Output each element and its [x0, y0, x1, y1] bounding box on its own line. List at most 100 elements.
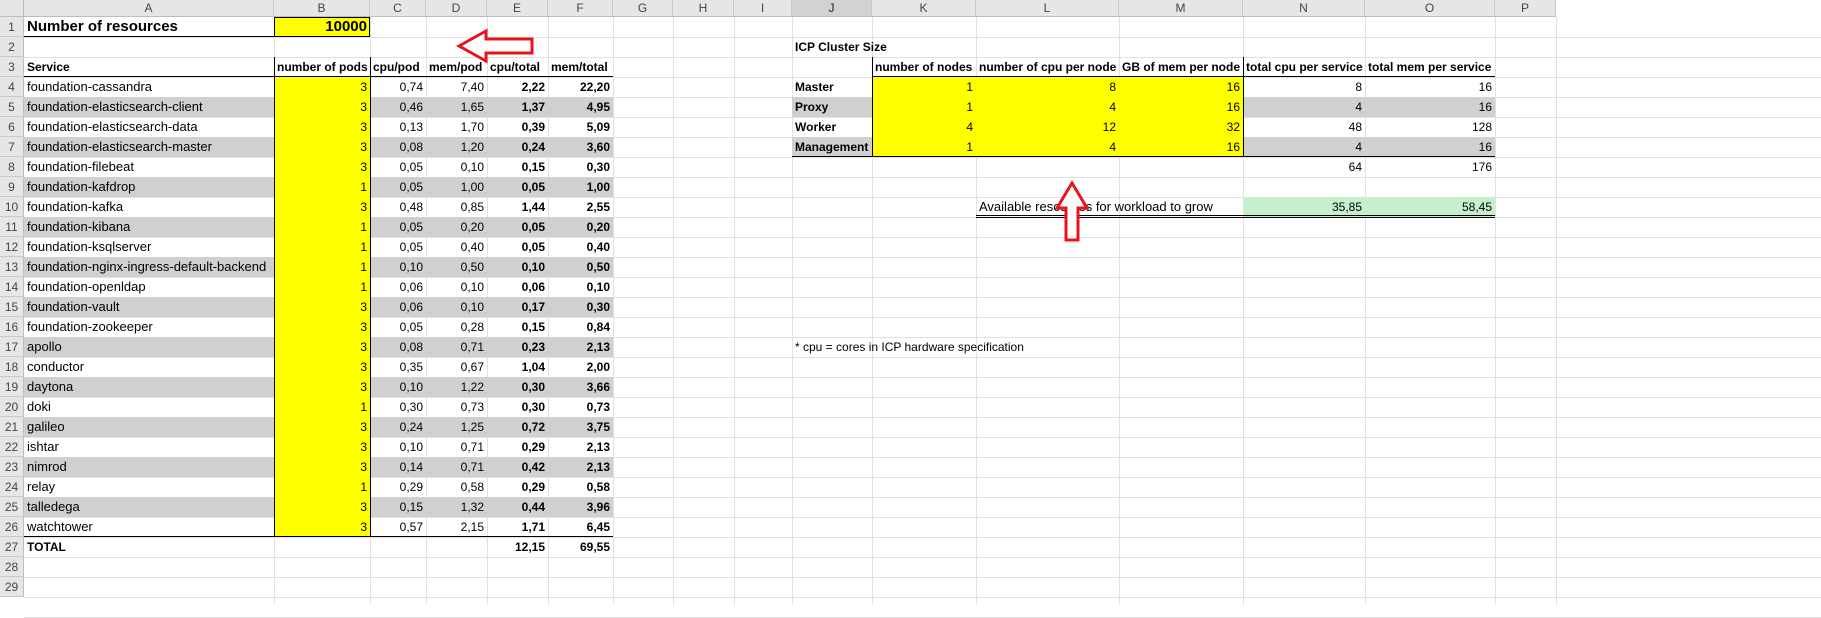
service-value[interactable]: 0,39: [487, 117, 548, 137]
service-value[interactable]: 0,13: [370, 117, 426, 137]
service-value[interactable]: 1,37: [487, 97, 548, 117]
service-name[interactable]: foundation-elasticsearch-client: [24, 97, 274, 117]
table-header-1[interactable]: number of pods: [274, 57, 370, 77]
cluster-title[interactable]: ICP Cluster Size: [792, 37, 976, 57]
service-value[interactable]: 1,71: [487, 517, 548, 537]
service-value[interactable]: 2,00: [548, 357, 613, 377]
service-name[interactable]: foundation-elasticsearch-master: [24, 137, 274, 157]
service-value[interactable]: 0,08: [370, 137, 426, 157]
service-value[interactable]: 0,84: [548, 317, 613, 337]
service-value[interactable]: 3: [274, 97, 370, 117]
service-value[interactable]: 0,30: [370, 397, 426, 417]
column-header-l[interactable]: L: [976, 0, 1119, 17]
row-header-1[interactable]: 1: [0, 17, 24, 37]
column-header-d[interactable]: D: [426, 0, 487, 17]
service-value[interactable]: 0,73: [426, 397, 487, 417]
service-value[interactable]: 3: [274, 337, 370, 357]
row-header-21[interactable]: 21: [0, 417, 24, 437]
node-value[interactable]: 16: [1119, 137, 1243, 157]
column-header-m[interactable]: M: [1119, 0, 1243, 17]
service-value[interactable]: 1: [274, 277, 370, 297]
total-cpu[interactable]: 12,15: [487, 537, 548, 557]
service-value[interactable]: 1: [274, 397, 370, 417]
service-value[interactable]: 0,30: [548, 297, 613, 317]
node-type[interactable]: Master: [792, 77, 872, 97]
service-value[interactable]: 0,10: [487, 257, 548, 277]
service-value[interactable]: 0,73: [548, 397, 613, 417]
column-header-k[interactable]: K: [872, 0, 976, 17]
node-value[interactable]: 32: [1119, 117, 1243, 137]
resources-value[interactable]: 10000: [274, 17, 370, 37]
service-name[interactable]: foundation-vault: [24, 297, 274, 317]
row-header-23[interactable]: 23: [0, 457, 24, 477]
row-header-11[interactable]: 11: [0, 217, 24, 237]
service-value[interactable]: 0,06: [487, 277, 548, 297]
service-value[interactable]: 1: [274, 477, 370, 497]
column-header-o[interactable]: O: [1365, 0, 1495, 17]
service-value[interactable]: 0,14: [370, 457, 426, 477]
service-value[interactable]: 0,10: [370, 257, 426, 277]
service-value[interactable]: 0,24: [370, 417, 426, 437]
service-name[interactable]: daytona: [24, 377, 274, 397]
node-value[interactable]: 4: [976, 97, 1119, 117]
service-name[interactable]: foundation-openldap: [24, 277, 274, 297]
service-value[interactable]: 3: [274, 197, 370, 217]
service-value[interactable]: 0,06: [370, 297, 426, 317]
service-value[interactable]: 1: [274, 177, 370, 197]
service-value[interactable]: 0,46: [370, 97, 426, 117]
service-value[interactable]: 0,71: [426, 457, 487, 477]
service-value[interactable]: 0,72: [487, 417, 548, 437]
service-value[interactable]: 2,15: [426, 517, 487, 537]
service-value[interactable]: 3: [274, 317, 370, 337]
table-header-0[interactable]: Service: [24, 57, 274, 77]
service-value[interactable]: 1,44: [487, 197, 548, 217]
service-value[interactable]: 0,23: [487, 337, 548, 357]
row-header-29[interactable]: 29: [0, 577, 24, 597]
service-value[interactable]: 2,22: [487, 77, 548, 97]
service-value[interactable]: 3: [274, 157, 370, 177]
service-value[interactable]: 3,66: [548, 377, 613, 397]
node-value[interactable]: 16: [1119, 77, 1243, 97]
service-value[interactable]: 0,40: [548, 237, 613, 257]
service-value[interactable]: 0,05: [370, 317, 426, 337]
service-value[interactable]: 1,32: [426, 497, 487, 517]
service-value[interactable]: 4,95: [548, 97, 613, 117]
service-value[interactable]: 3,75: [548, 417, 613, 437]
cluster-header-4[interactable]: total mem per service: [1365, 57, 1495, 77]
service-name[interactable]: talledega: [24, 497, 274, 517]
service-value[interactable]: 2,13: [548, 337, 613, 357]
service-value[interactable]: 0,30: [548, 157, 613, 177]
row-header-19[interactable]: 19: [0, 377, 24, 397]
service-value[interactable]: 3: [274, 437, 370, 457]
row-header-26[interactable]: 26: [0, 517, 24, 537]
column-header-n[interactable]: N: [1243, 0, 1365, 17]
row-header-10[interactable]: 10: [0, 197, 24, 217]
service-name[interactable]: conductor: [24, 357, 274, 377]
service-name[interactable]: foundation-kafka: [24, 197, 274, 217]
select-all-corner[interactable]: [0, 0, 24, 17]
row-header-6[interactable]: 6: [0, 117, 24, 137]
service-value[interactable]: 0,58: [426, 477, 487, 497]
service-name[interactable]: watchtower: [24, 517, 274, 537]
node-value[interactable]: 48: [1243, 117, 1365, 137]
service-value[interactable]: 3,96: [548, 497, 613, 517]
service-value[interactable]: 0,30: [487, 397, 548, 417]
cluster-total-mem[interactable]: 176: [1365, 157, 1495, 177]
row-header-25[interactable]: 25: [0, 497, 24, 517]
row-header-28[interactable]: 28: [0, 557, 24, 577]
row-header-22[interactable]: 22: [0, 437, 24, 457]
service-value[interactable]: 6,45: [548, 517, 613, 537]
service-value[interactable]: 1,70: [426, 117, 487, 137]
row-header-18[interactable]: 18: [0, 357, 24, 377]
service-name[interactable]: galileo: [24, 417, 274, 437]
service-value[interactable]: 2,55: [548, 197, 613, 217]
row-header-13[interactable]: 13: [0, 257, 24, 277]
service-value[interactable]: 0,74: [370, 77, 426, 97]
service-value[interactable]: 0,48: [370, 197, 426, 217]
service-name[interactable]: apollo: [24, 337, 274, 357]
row-header-7[interactable]: 7: [0, 137, 24, 157]
service-value[interactable]: 0,10: [426, 157, 487, 177]
service-value[interactable]: 1,25: [426, 417, 487, 437]
service-value[interactable]: 3: [274, 117, 370, 137]
service-value[interactable]: 22,20: [548, 77, 613, 97]
